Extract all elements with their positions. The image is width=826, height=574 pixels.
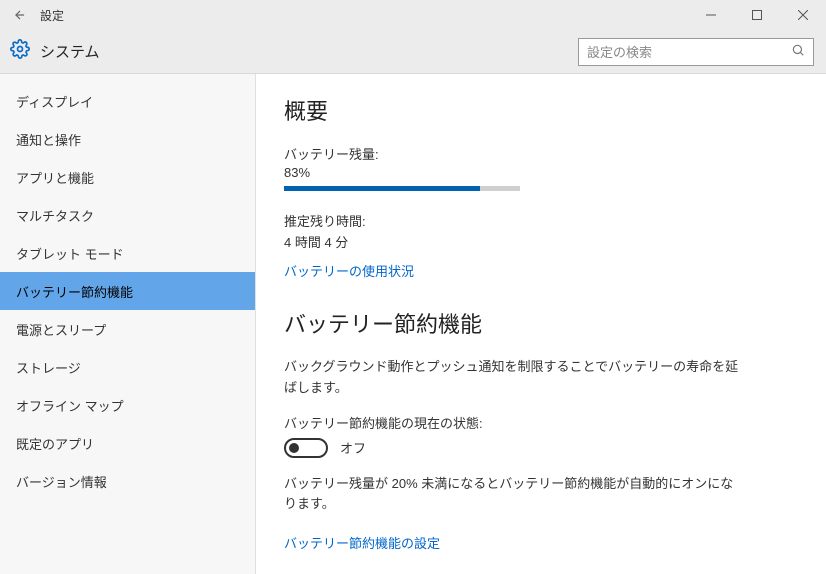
sidebar: ディスプレイ通知と操作アプリと機能マルチタスクタブレット モードバッテリー節約機… (0, 74, 256, 574)
sidebar-item-label: 既定のアプリ (16, 434, 94, 453)
sidebar-item-label: 電源とスリープ (16, 320, 106, 339)
search-input[interactable]: 設定の検索 (578, 38, 814, 66)
back-arrow-icon (13, 8, 27, 22)
battery-remaining-value: 83% (284, 165, 798, 180)
saver-description: バックグラウンド動作とプッシュ通知を制限することでバッテリーの寿命を延ばします。 (284, 357, 744, 399)
sidebar-item-7[interactable]: ストレージ (0, 348, 255, 386)
sidebar-item-label: アプリと機能 (16, 168, 94, 187)
sidebar-item-label: バージョン情報 (16, 472, 107, 491)
header: システム 設定の検索 (0, 30, 826, 74)
sidebar-item-5[interactable]: バッテリー節約機能 (0, 272, 255, 310)
window-controls (688, 0, 826, 30)
overview-heading: 概要 (284, 94, 798, 126)
sidebar-item-8[interactable]: オフライン マップ (0, 386, 255, 424)
saver-toggle[interactable] (284, 438, 328, 458)
sidebar-item-2[interactable]: アプリと機能 (0, 158, 255, 196)
header-title: システム (40, 41, 100, 62)
titlebar: 設定 (0, 0, 826, 30)
search-icon (791, 43, 805, 60)
close-button[interactable] (780, 0, 826, 30)
sidebar-item-6[interactable]: 電源とスリープ (0, 310, 255, 348)
sidebar-item-label: オフライン マップ (16, 396, 124, 415)
maximize-button[interactable] (734, 0, 780, 30)
sidebar-item-label: 通知と操作 (16, 130, 81, 149)
sidebar-item-label: ストレージ (16, 358, 81, 377)
sidebar-item-label: バッテリー節約機能 (16, 282, 133, 301)
sidebar-item-0[interactable]: ディスプレイ (0, 82, 255, 120)
saver-toggle-state: オフ (340, 438, 366, 457)
saver-settings-link[interactable]: バッテリー節約機能の設定 (284, 533, 440, 552)
sidebar-item-1[interactable]: 通知と操作 (0, 120, 255, 158)
battery-remaining-label: バッテリー残量: (284, 144, 798, 163)
battery-progress-fill (284, 186, 480, 191)
minimize-icon (706, 10, 716, 20)
close-icon (798, 10, 808, 20)
gear-icon (10, 39, 30, 64)
sidebar-item-label: マルチタスク (16, 206, 94, 225)
toggle-knob-icon (289, 443, 299, 453)
window-title: 設定 (40, 7, 64, 24)
battery-progress-bar (284, 186, 520, 191)
estimated-time-label: 推定残り時間: (284, 211, 798, 230)
maximize-icon (752, 10, 762, 20)
sidebar-item-label: ディスプレイ (16, 92, 93, 111)
sidebar-item-4[interactable]: タブレット モード (0, 234, 255, 272)
saver-state-label: バッテリー節約機能の現在の状態: (284, 413, 798, 432)
saver-heading: バッテリー節約機能 (284, 307, 798, 339)
sidebar-item-10[interactable]: バージョン情報 (0, 462, 255, 500)
auto-on-description: バッテリー残量が 20% 未満になるとバッテリー節約機能が自動的にオンになります… (284, 474, 744, 516)
search-placeholder: 設定の検索 (587, 42, 652, 61)
sidebar-item-9[interactable]: 既定のアプリ (0, 424, 255, 462)
content: 概要 バッテリー残量: 83% 推定残り時間: 4 時間 4 分 バッテリーの使… (256, 74, 826, 574)
estimated-time-value: 4 時間 4 分 (284, 232, 798, 251)
sidebar-item-3[interactable]: マルチタスク (0, 196, 255, 234)
back-button[interactable] (8, 8, 32, 22)
minimize-button[interactable] (688, 0, 734, 30)
battery-usage-link[interactable]: バッテリーの使用状況 (284, 261, 414, 280)
sidebar-item-label: タブレット モード (16, 244, 124, 263)
